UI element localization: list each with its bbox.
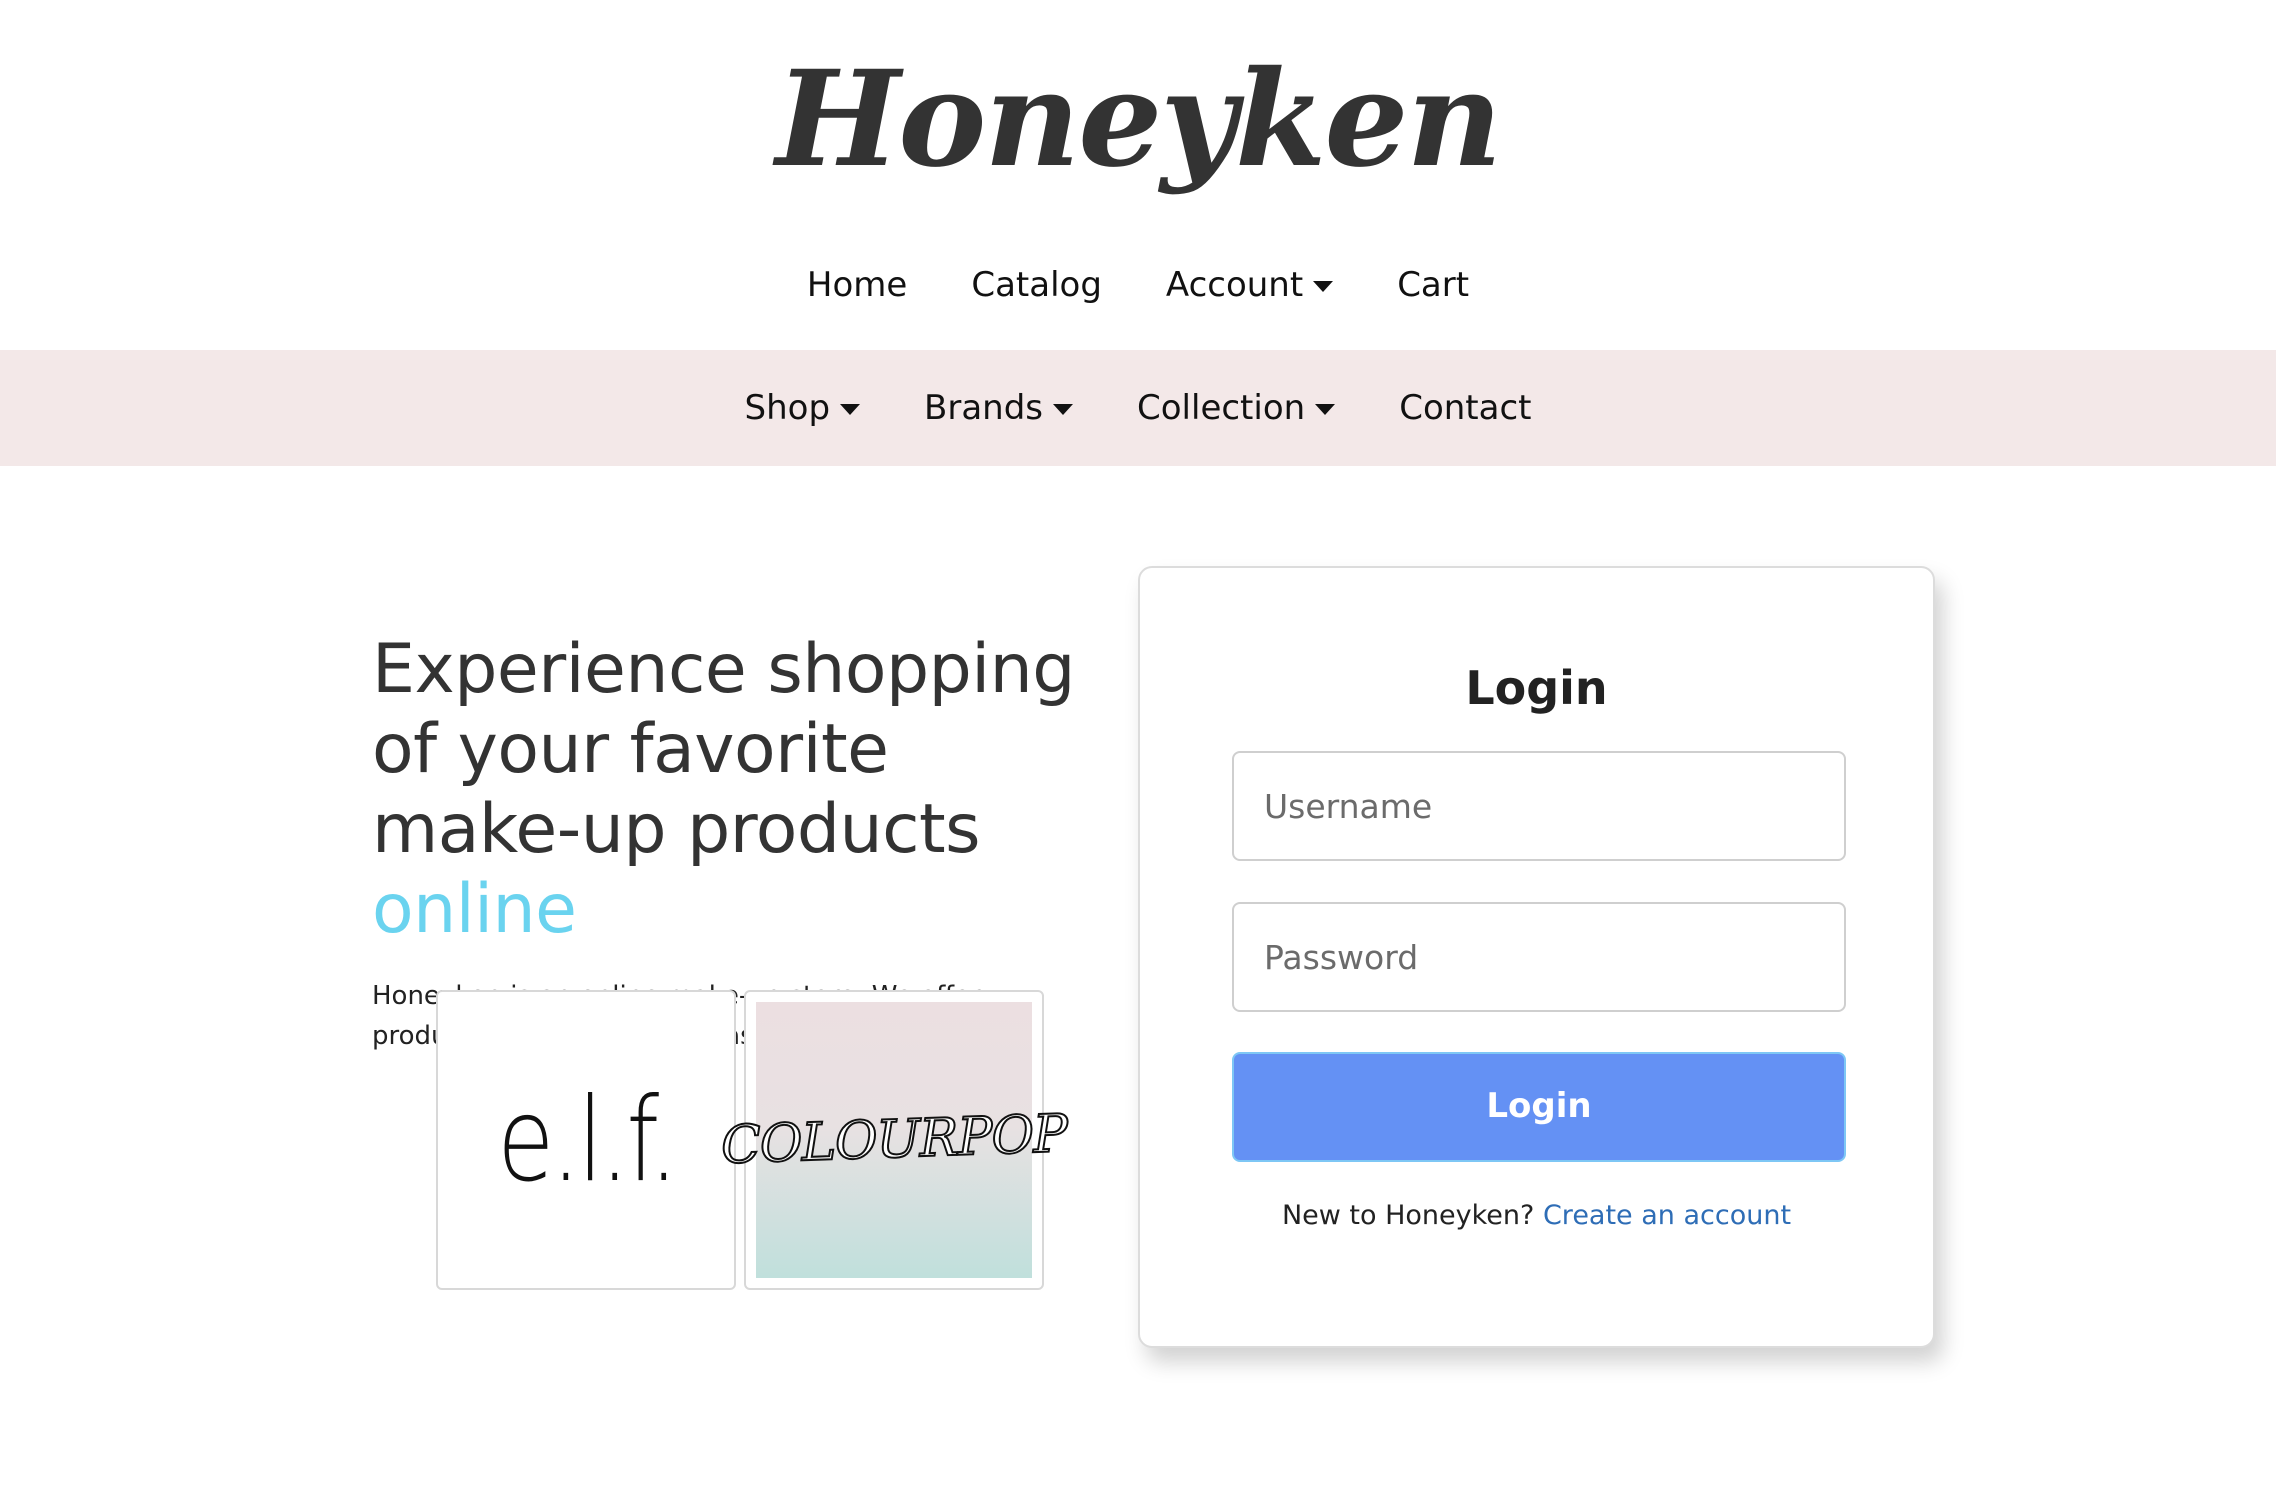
nav-cart[interactable]: Cart — [1397, 265, 1469, 305]
signup-prompt: New to Honeyken? Create an account — [1140, 1200, 1933, 1231]
nav-catalog-label: Catalog — [971, 265, 1102, 305]
nav-home-label: Home — [806, 265, 908, 305]
nav-collection-label: Collection — [1137, 388, 1306, 428]
nav-home[interactable]: Home — [807, 265, 907, 305]
create-account-link[interactable]: Create an account — [1543, 1200, 1791, 1231]
nav-collection-dropdown[interactable]: Collection — [1137, 388, 1336, 428]
nav-contact-label: Contact — [1399, 388, 1532, 428]
hero-title-accent: online — [372, 870, 577, 949]
nav-brands-label: Brands — [924, 388, 1044, 428]
login-title: Login — [1465, 661, 1608, 715]
signup-prompt-text: New to Honeyken? — [1281, 1200, 1535, 1231]
category-nav: Shop Brands Collection Contact — [0, 350, 2276, 466]
hero-title: Experience shopping of your favorite mak… — [372, 630, 1092, 950]
caret-down-icon — [1053, 403, 1074, 415]
colourpop-logo-text: COLOURPOP — [719, 1103, 1069, 1177]
elf-logo-text: e.l.f. — [496, 1072, 678, 1208]
nav-brands-dropdown[interactable]: Brands — [924, 388, 1074, 428]
nav-catalog[interactable]: Catalog — [971, 265, 1102, 305]
hero-title-main: Experience shopping of your favorite mak… — [372, 630, 1075, 869]
caret-down-icon — [840, 403, 861, 415]
top-nav: Home Catalog Account Cart — [0, 255, 2276, 315]
login-button[interactable]: Login — [1232, 1052, 1846, 1162]
caret-down-icon — [1315, 403, 1336, 415]
nav-shop-dropdown[interactable]: Shop — [745, 388, 861, 428]
colourpop-logo-image: COLOURPOP — [719, 1002, 1069, 1278]
nav-cart-label: Cart — [1397, 265, 1470, 305]
brand-logo-elf: e.l.f. — [436, 990, 736, 1290]
brand-logo-colourpop: COLOURPOP — [719, 990, 1069, 1290]
nav-contact[interactable]: Contact — [1399, 388, 1531, 428]
nav-account-dropdown[interactable]: Account — [1165, 265, 1334, 305]
nav-shop-label: Shop — [744, 388, 831, 428]
caret-down-icon — [1313, 280, 1334, 292]
site-logo[interactable]: Honeyken — [0, 30, 2276, 210]
login-card: Login Login New to Honeyken? Create an a… — [1138, 566, 1935, 1348]
nav-account-label: Account — [1165, 265, 1304, 305]
username-input[interactable] — [1232, 751, 1846, 861]
password-input[interactable] — [1232, 902, 1846, 1012]
